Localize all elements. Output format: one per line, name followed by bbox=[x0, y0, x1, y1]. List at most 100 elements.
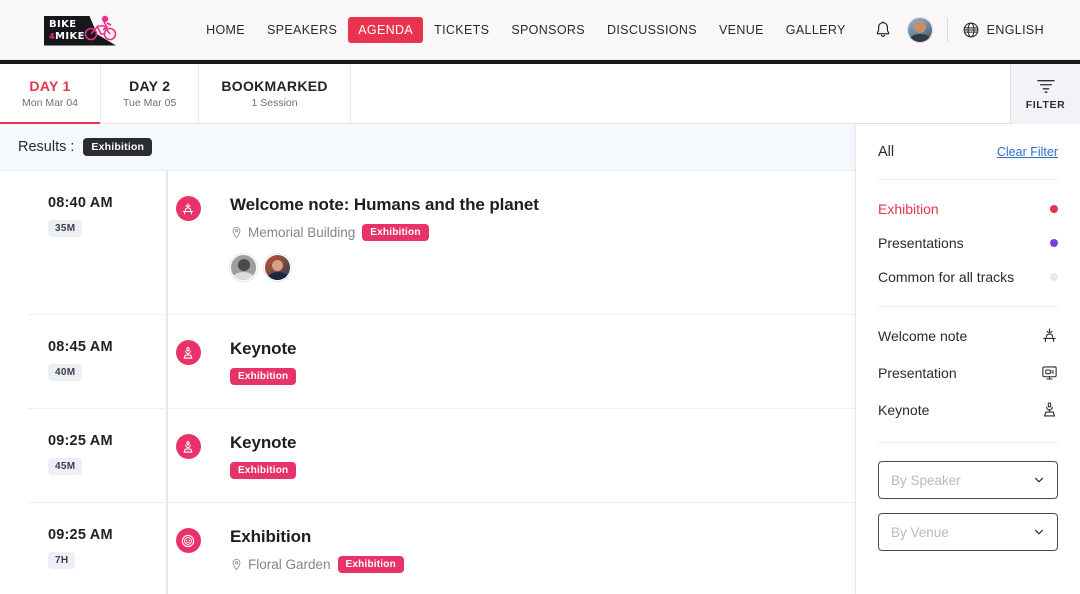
logo-mike-word: MIKE bbox=[54, 30, 85, 42]
track-color-dot bbox=[1050, 239, 1058, 247]
session-row[interactable]: 09:25 AM 45M Keynote Exhibition bbox=[28, 409, 855, 503]
session-icon-cell bbox=[166, 339, 210, 365]
tab-day-1[interactable]: DAY 1 Mon Mar 04 bbox=[0, 64, 102, 124]
filter-track-label: Common for all tracks bbox=[878, 269, 1015, 285]
nav-link-speakers[interactable]: SPEAKERS bbox=[256, 17, 348, 43]
session-venue-label: Memorial Building bbox=[248, 225, 356, 240]
session-speakers bbox=[230, 254, 855, 281]
session-meta: Memorial Building Exhibition bbox=[230, 224, 855, 241]
filter-track-label: Presentations bbox=[878, 235, 964, 251]
cyclist-icon bbox=[84, 15, 117, 40]
session-tag[interactable]: Exhibition bbox=[230, 368, 297, 385]
session-content: Keynote Exhibition bbox=[210, 433, 855, 479]
bike-4-mike-logo[interactable]: BIKE 4MIKE bbox=[44, 12, 118, 48]
filter-button[interactable]: FILTER bbox=[1010, 64, 1080, 124]
filter-type-label: Presentation bbox=[878, 364, 957, 381]
filter-track-label: Exhibition bbox=[878, 201, 939, 217]
filter-track-exhibition[interactable]: Exhibition bbox=[878, 192, 1058, 226]
filter-panel: All Clear Filter Exhibition Presentation… bbox=[855, 124, 1080, 594]
tab-bookmarked-subtitle: 1 Session bbox=[251, 97, 298, 109]
filter-type-label: Keynote bbox=[878, 401, 930, 418]
location-pin-icon bbox=[232, 558, 241, 571]
tab-strip-wrapper: DAY 1 Mon Mar 04 DAY 2 Tue Mar 05 BOOKMA… bbox=[0, 60, 1080, 124]
session-tag[interactable]: Exhibition bbox=[337, 556, 404, 573]
tab-day-2-title: DAY 2 bbox=[129, 78, 171, 94]
session-title[interactable]: Welcome note: Humans and the planet bbox=[230, 195, 855, 215]
filter-all-option[interactable]: All bbox=[878, 144, 894, 160]
nav-link-home[interactable]: HOME bbox=[195, 17, 256, 43]
session-row[interactable]: 09:25 AM 7H Exhibition Floral Garden Exh… bbox=[28, 503, 855, 594]
session-duration: 35M bbox=[48, 220, 83, 237]
session-time-block: 08:40 AM 35M bbox=[28, 195, 166, 237]
filter-track-common[interactable]: Common for all tracks bbox=[878, 260, 1058, 294]
session-title[interactable]: Keynote bbox=[230, 339, 855, 359]
welcome-note-icon bbox=[1043, 328, 1056, 343]
session-duration: 45M bbox=[48, 458, 83, 475]
filter-type-label: Welcome note bbox=[878, 327, 968, 344]
session-time-block: 09:25 AM 45M bbox=[28, 433, 166, 475]
nav-link-tickets[interactable]: TICKETS bbox=[423, 17, 500, 43]
tab-day-2[interactable]: DAY 2 Tue Mar 05 bbox=[101, 64, 200, 123]
nav-links: HOME SPEAKERS AGENDA TICKETS SPONSORS DI… bbox=[195, 16, 1044, 43]
track-color-dot bbox=[1050, 273, 1058, 281]
session-time: 09:25 AM bbox=[48, 527, 113, 543]
nav-link-gallery[interactable]: GALLERY bbox=[775, 17, 857, 43]
session-duration: 7H bbox=[48, 552, 76, 569]
filter-type-presentation[interactable]: Presentation bbox=[878, 354, 1058, 391]
presentation-icon bbox=[1042, 366, 1057, 380]
chevron-down-icon bbox=[1034, 529, 1044, 535]
session-duration: 40M bbox=[48, 364, 83, 381]
session-time: 08:45 AM bbox=[48, 339, 113, 355]
nav-link-discussions[interactable]: DISCUSSIONS bbox=[596, 17, 708, 43]
filter-button-label: FILTER bbox=[1025, 98, 1066, 111]
keynote-icon bbox=[175, 434, 201, 459]
keynote-icon bbox=[1043, 402, 1056, 417]
session-timeline: 08:40 AM 35M Welcome note: Humans and th… bbox=[0, 171, 855, 594]
results-filter-chip[interactable]: Exhibition bbox=[83, 138, 153, 156]
day-tab-strip: DAY 1 Mon Mar 04 DAY 2 Tue Mar 05 BOOKMA… bbox=[0, 64, 1080, 124]
results-bar: Results : Exhibition bbox=[0, 124, 855, 171]
session-tag[interactable]: Exhibition bbox=[362, 224, 429, 241]
filter-icon bbox=[1036, 79, 1055, 93]
filter-panel-header: All Clear Filter bbox=[878, 124, 1058, 180]
session-tag[interactable]: Exhibition bbox=[230, 462, 297, 479]
results-label: Results : bbox=[18, 139, 75, 155]
nav-icon-group: ENGLISH bbox=[873, 16, 1044, 43]
keynote-icon bbox=[175, 340, 201, 365]
notification-bell-icon[interactable] bbox=[873, 20, 893, 40]
language-selector[interactable]: ENGLISH bbox=[962, 21, 1044, 39]
by-speaker-select[interactable]: By Speaker bbox=[878, 461, 1058, 499]
top-navbar: BIKE 4MIKE HOME SPEAKERS AGENDA TICKETS … bbox=[0, 0, 1080, 60]
speaker-avatar[interactable] bbox=[230, 254, 257, 281]
by-venue-select[interactable]: By Venue bbox=[878, 513, 1058, 551]
session-row[interactable]: 08:45 AM 40M Keynote Exhibition bbox=[28, 315, 855, 409]
tab-day-1-subtitle: Mon Mar 04 bbox=[22, 97, 79, 109]
session-icon-cell bbox=[166, 195, 210, 221]
tab-day-2-subtitle: Tue Mar 05 bbox=[123, 97, 177, 109]
clear-filter-link[interactable]: Clear Filter bbox=[997, 145, 1058, 159]
by-speaker-placeholder: By Speaker bbox=[891, 472, 961, 488]
session-content: Exhibition Floral Garden Exhibition bbox=[210, 527, 855, 573]
welcome-note-icon bbox=[175, 196, 201, 221]
session-venue: Memorial Building bbox=[230, 225, 355, 240]
session-meta: Floral Garden Exhibition bbox=[230, 556, 855, 573]
nav-divider bbox=[946, 17, 948, 42]
exhibition-icon bbox=[175, 528, 201, 553]
filter-type-welcome-note[interactable]: Welcome note bbox=[878, 317, 1058, 354]
nav-link-venue[interactable]: VENUE bbox=[708, 17, 775, 43]
tab-day-1-title: DAY 1 bbox=[29, 78, 71, 94]
session-title[interactable]: Exhibition bbox=[230, 527, 855, 547]
session-icon-cell bbox=[166, 527, 210, 553]
filter-track-presentations[interactable]: Presentations bbox=[878, 226, 1058, 260]
track-color-dot bbox=[1050, 205, 1058, 213]
filter-type-keynote[interactable]: Keynote bbox=[878, 391, 1058, 428]
tab-bookmarked[interactable]: BOOKMARKED 1 Session bbox=[199, 64, 351, 123]
by-venue-placeholder: By Venue bbox=[891, 524, 949, 540]
session-title[interactable]: Keynote bbox=[230, 433, 855, 453]
session-row[interactable]: 08:40 AM 35M Welcome note: Humans and th… bbox=[28, 171, 855, 315]
user-avatar[interactable] bbox=[906, 16, 933, 43]
session-time-block: 09:25 AM 7H bbox=[28, 527, 166, 569]
nav-link-agenda[interactable]: AGENDA bbox=[348, 16, 424, 43]
nav-link-sponsors[interactable]: SPONSORS bbox=[500, 17, 596, 43]
speaker-avatar[interactable] bbox=[264, 254, 291, 281]
